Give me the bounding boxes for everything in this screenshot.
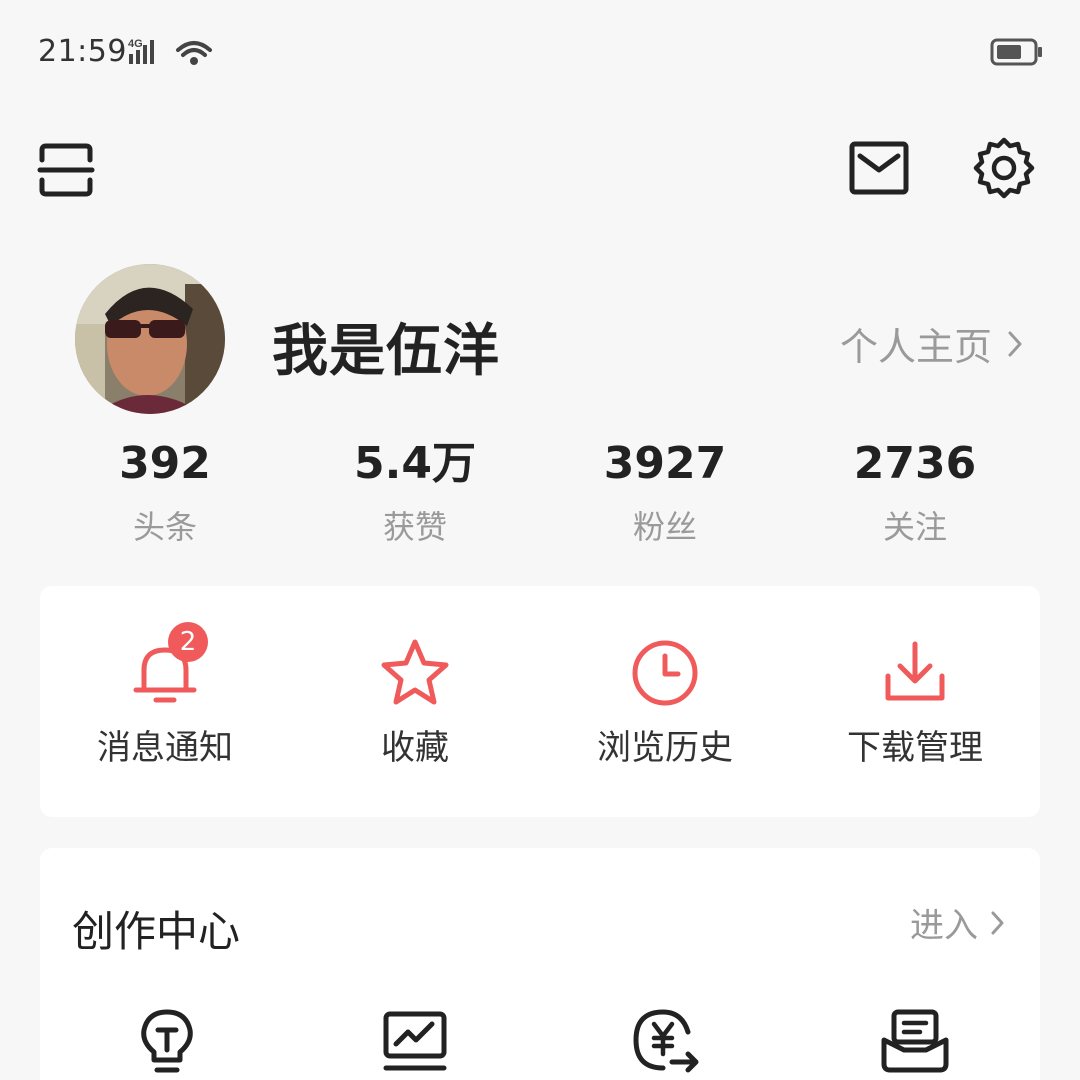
creator-center-title: 创作中心 [72, 907, 241, 956]
chevron-right-icon [991, 911, 1004, 934]
stat-likes[interactable]: 5.4万 获赞 [290, 436, 540, 548]
stat-value: 2736 [853, 438, 977, 489]
homepage-link-label: 个人主页 [840, 325, 993, 369]
mail-button[interactable] [848, 140, 910, 196]
gear-icon [973, 137, 1035, 199]
scan-button[interactable] [36, 140, 96, 200]
creator-enter-label: 进入 [910, 906, 978, 946]
stat-following[interactable]: 2736 关注 [790, 436, 1040, 548]
stat-label: 头条 [132, 508, 197, 546]
yuan-transfer-icon[interactable] [630, 1006, 700, 1076]
stat-label: 关注 [882, 508, 947, 546]
stat-posts[interactable]: 392 头条 [40, 436, 290, 548]
scan-icon [37, 143, 95, 197]
battery-icon [990, 38, 1042, 66]
status-time: 21:59 [38, 34, 127, 69]
stat-followers[interactable]: 3927 粉丝 [540, 436, 790, 548]
favorites-button[interactable]: 收藏 [290, 586, 540, 817]
clock-icon [632, 640, 698, 706]
stat-value: 5.4万 [354, 438, 476, 489]
stat-label: 粉丝 [632, 508, 697, 546]
mail-icon [849, 141, 909, 195]
lightbulb-icon[interactable] [132, 1006, 202, 1076]
quick-action-label: 收藏 [381, 728, 449, 768]
notifications-button[interactable]: 2 消息通知 [40, 586, 290, 817]
downloads-button[interactable]: 下载管理 [790, 586, 1040, 817]
quick-action-label: 消息通知 [97, 728, 233, 768]
quick-action-label: 浏览历史 [597, 728, 733, 768]
status-bar: 21:59 4G [0, 0, 1080, 104]
avatar[interactable] [75, 264, 225, 414]
creator-center-card: 创作中心 进入 [40, 848, 1040, 1080]
stat-label: 获赞 [382, 508, 447, 546]
history-button[interactable]: 浏览历史 [540, 586, 790, 817]
signal-wifi-icon: 4G [128, 38, 212, 65]
inbox-icon[interactable] [880, 1006, 950, 1076]
star-icon [381, 639, 449, 705]
chevron-right-icon [1008, 331, 1022, 356]
username: 我是伍洋 [272, 319, 500, 384]
creator-center-enter-link[interactable]: 进入 [910, 898, 1006, 947]
stat-value: 392 [119, 438, 211, 489]
download-icon [885, 641, 945, 701]
quick-actions-card: 2 消息通知 收藏 浏览历史 下载管理 [40, 586, 1040, 817]
chart-icon[interactable] [380, 1006, 450, 1076]
notification-badge: 2 [168, 622, 208, 662]
homepage-link[interactable]: 个人主页 [840, 316, 1024, 371]
settings-button[interactable] [972, 136, 1036, 200]
stat-value: 3927 [603, 438, 727, 489]
quick-action-label: 下载管理 [847, 728, 983, 768]
stats-row: 392 头条 5.4万 获赞 3927 粉丝 2736 关注 [40, 436, 1040, 556]
avatar-photo [75, 264, 225, 414]
svg-text:4G: 4G [128, 38, 143, 50]
